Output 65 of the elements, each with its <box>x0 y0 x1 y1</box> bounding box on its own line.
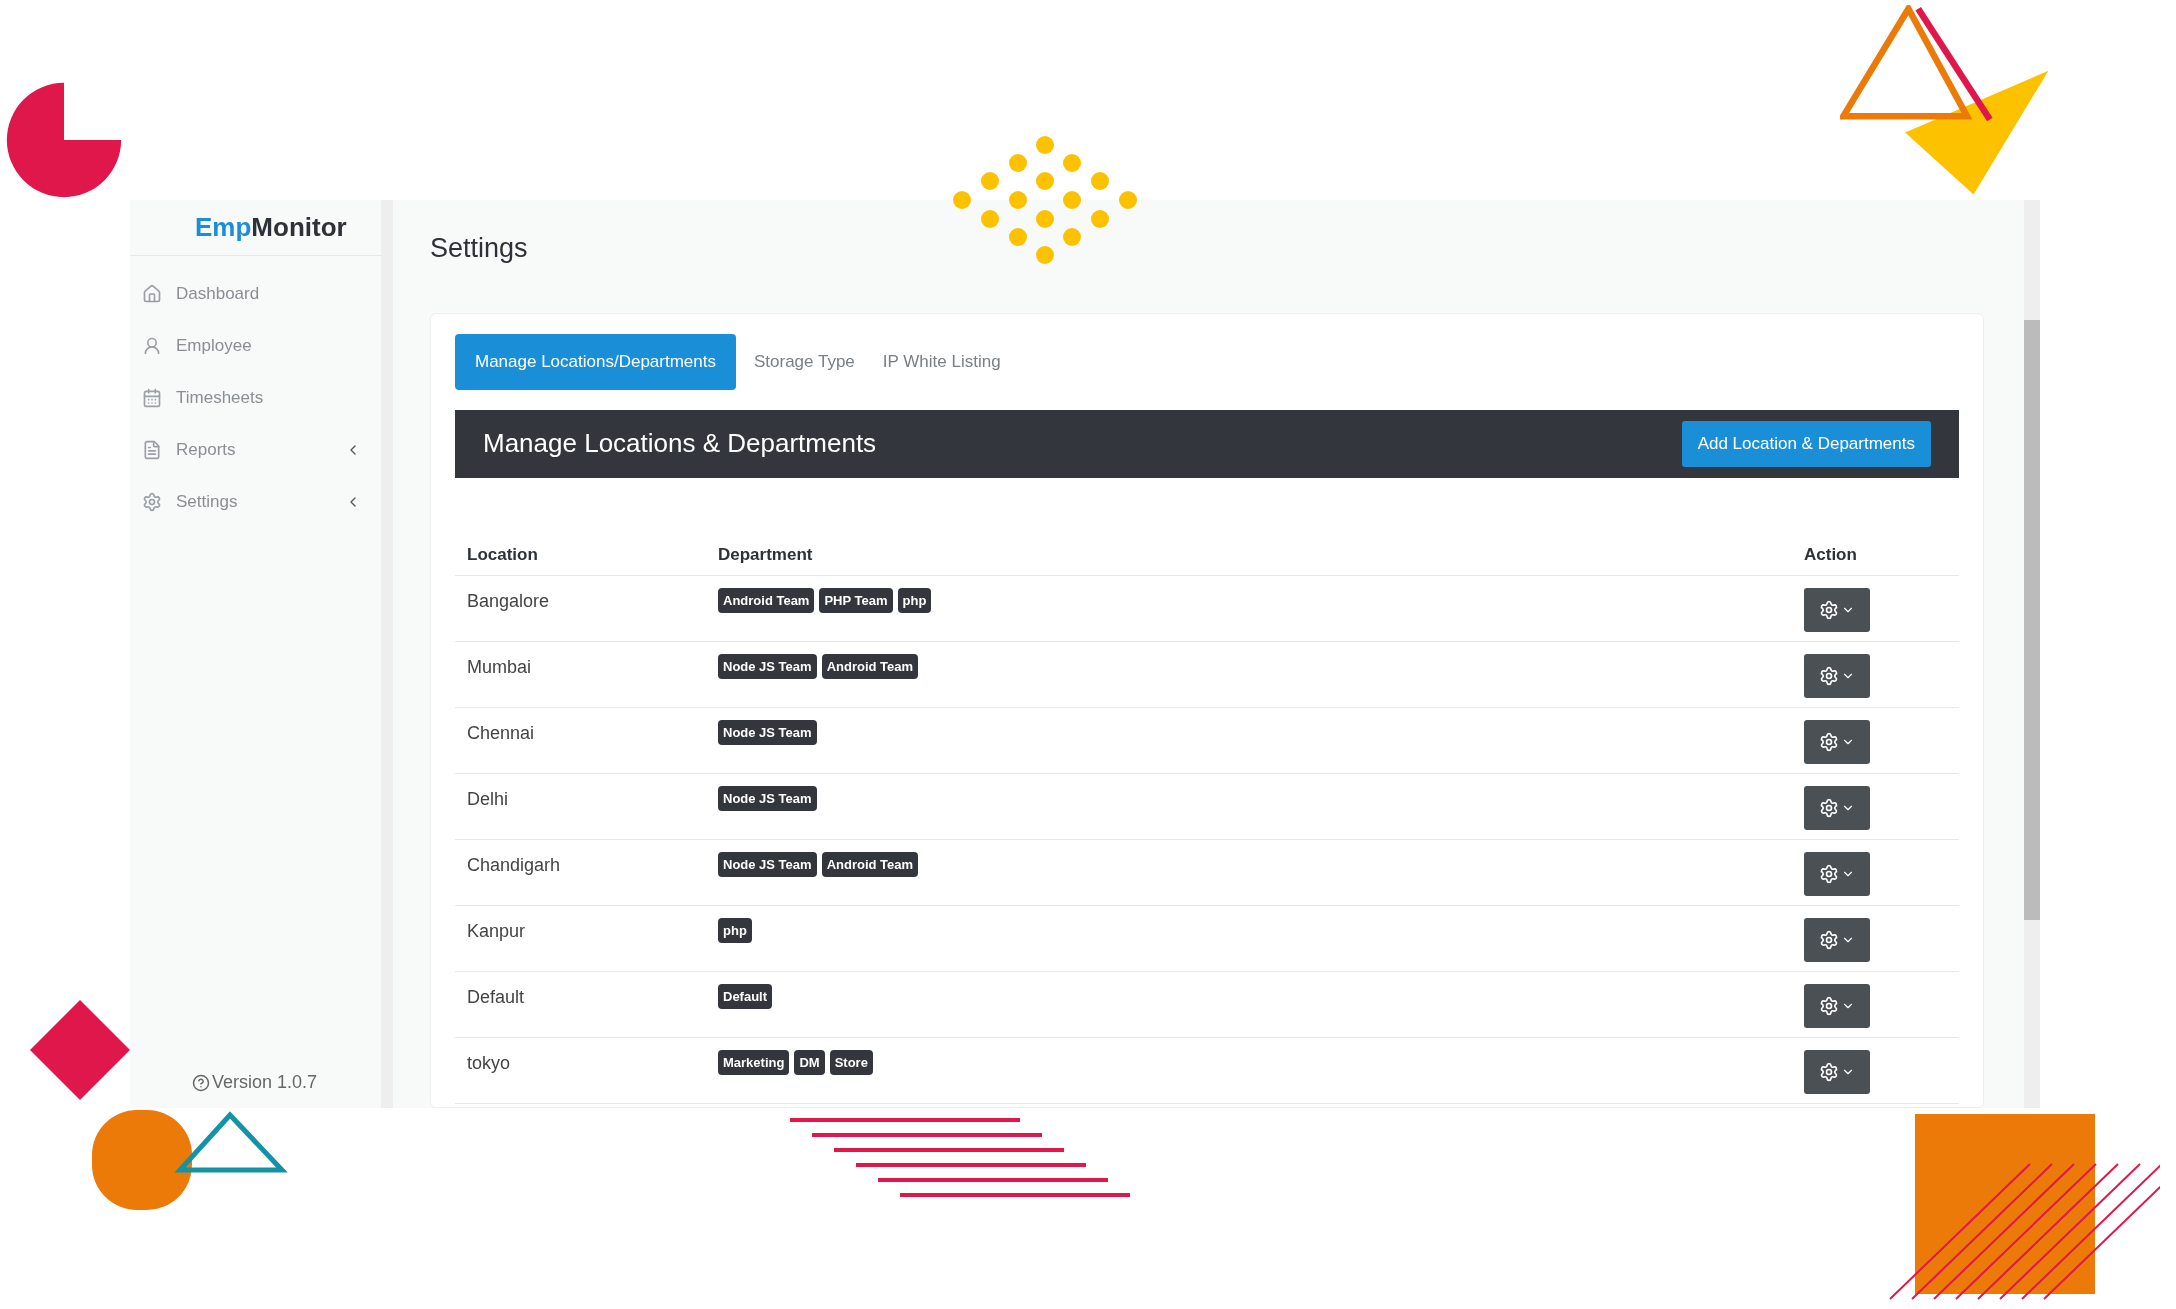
help-icon <box>192 1073 210 1092</box>
action-button[interactable] <box>1804 785 1870 830</box>
sidebar-label: Timesheets <box>176 387 265 410</box>
department-tag: Store <box>829 1049 873 1075</box>
action-button[interactable] <box>1804 983 1870 1028</box>
location-cell-text: Chennai <box>466 721 536 745</box>
settings-icon <box>1819 797 1839 818</box>
settings-icon <box>1819 863 1839 884</box>
sidebar-item[interactable]: Dashboard <box>130 268 381 320</box>
department-tag: Android Team <box>718 587 815 613</box>
settings-tab[interactable]: IP White Listing <box>872 333 1011 390</box>
department-tag: Node JS Team <box>718 719 817 745</box>
department-tag: PHP Team <box>819 587 893 613</box>
action-button[interactable] <box>1804 1049 1870 1094</box>
action-button[interactable] <box>1804 851 1870 896</box>
action-button[interactable] <box>1804 719 1870 764</box>
action-button[interactable] <box>1804 917 1870 962</box>
settings-icon <box>1819 995 1839 1016</box>
department-tag: Node JS Team <box>718 851 817 877</box>
page-title: Settings <box>430 232 528 265</box>
sidebar-label: Reports <box>176 439 237 462</box>
column-header: Action <box>1804 544 1857 567</box>
settings-icon <box>1819 1061 1839 1082</box>
action-button[interactable] <box>1804 587 1870 632</box>
location-cell-text: Bangalore <box>466 589 551 613</box>
sidebar-label: Settings <box>176 491 239 514</box>
location-cell-text: Default <box>466 985 526 1009</box>
department-tag: Android Team <box>821 851 919 877</box>
settings-tab[interactable]: Storage Type <box>744 333 865 390</box>
department-tag: php <box>718 917 752 943</box>
settings-tab[interactable]: Manage Locations/Departments <box>455 333 736 390</box>
add-location-button[interactable]: Add Location & Departments <box>1681 420 1931 467</box>
sidebar-item[interactable]: Employee <box>130 320 381 372</box>
location-cell-text: tokyo <box>466 1051 512 1075</box>
location-cell-text: Chandigarh <box>466 853 562 877</box>
settings-icon <box>142 492 162 512</box>
department-tag: Node JS Team <box>718 785 817 811</box>
sidebar-item[interactable]: Settings <box>130 476 381 528</box>
settings-icon <box>1819 929 1839 950</box>
sidebar-item[interactable]: Timesheets <box>130 372 381 424</box>
column-header: Department <box>718 544 814 567</box>
user-icon <box>142 336 162 356</box>
department-tag: Marketing <box>718 1049 790 1075</box>
home-icon <box>142 284 162 304</box>
calendar-icon <box>142 388 162 408</box>
location-cell-text: Kanpur <box>466 919 527 943</box>
location-cell-text: Mumbai <box>466 655 533 679</box>
column-header: Location <box>466 544 539 567</box>
location-cell-text: Delhi <box>466 787 510 811</box>
department-tag: Node JS Team <box>718 653 817 679</box>
document-icon <box>142 440 162 460</box>
department-tag: Android Team <box>821 653 919 679</box>
sidebar-item[interactable]: Reports <box>130 424 381 476</box>
department-tag: php <box>897 587 932 613</box>
sidebar-label: Employee <box>176 335 253 358</box>
settings-icon <box>1819 665 1839 686</box>
panel-title: Manage Locations & Departments <box>483 427 877 460</box>
settings-icon <box>1819 731 1839 752</box>
action-button[interactable] <box>1804 653 1870 698</box>
app-logo: EmpMonitor <box>130 200 381 256</box>
sidebar-label: Dashboard <box>176 283 261 306</box>
department-tag: DM <box>794 1049 825 1075</box>
department-tag: Default <box>718 983 773 1009</box>
settings-icon <box>1819 599 1839 620</box>
version-text: Version 1.0.7 <box>212 1071 318 1094</box>
